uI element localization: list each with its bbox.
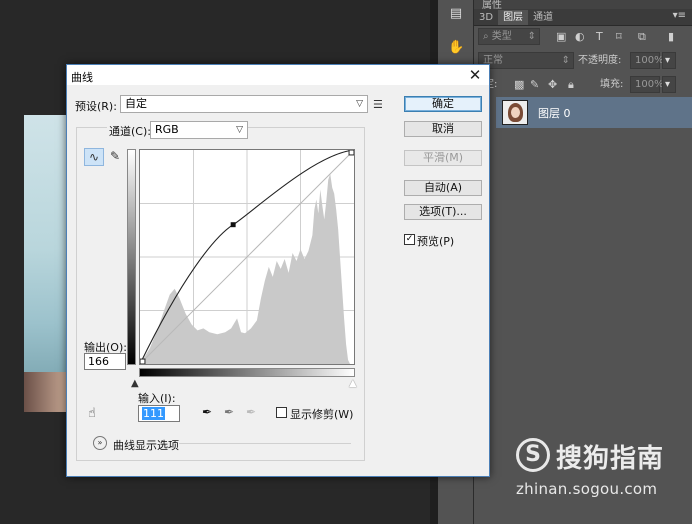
tab-channels[interactable]: 通道 [528, 10, 558, 25]
blend-row: 正常 ⇕ 不透明度: 100% ▾ [474, 52, 692, 74]
smart-object-filter-icon[interactable]: ⧉ [638, 28, 646, 45]
options-divider [179, 443, 351, 444]
channel-label: 通道(C): [107, 123, 153, 139]
lock-paint-icon[interactable]: ✎ [530, 76, 539, 93]
lock-all-icon[interactable]: 🔒︎ [568, 76, 574, 93]
chevron-down-icon: ▽ [356, 99, 363, 109]
black-eyedropper-icon[interactable]: ✒ [200, 404, 214, 420]
curve-graph[interactable] [139, 149, 355, 365]
fill-label: 填充: [600, 79, 624, 90]
input-label: 输入(I): [138, 392, 176, 405]
preset-value: 自定 [125, 97, 147, 110]
ok-button[interactable]: 确定 [404, 96, 482, 112]
expand-chevron-icon[interactable]: » [93, 436, 107, 450]
adjustment-filter-icon[interactable]: ◐ [575, 28, 585, 45]
chevron-updown-icon: ⇕ [561, 55, 570, 66]
hand-tool-icon[interactable]: ✋ [448, 40, 464, 56]
input-input[interactable]: 111 [138, 405, 180, 422]
dialog-titlebar: 曲线 ✕ [67, 65, 489, 85]
fill-input[interactable]: 100% [630, 76, 664, 93]
channel-value: RGB [155, 123, 179, 136]
preset-select[interactable]: 自定 ▽ [120, 95, 368, 113]
shape-filter-icon[interactable]: ⌑ [616, 28, 622, 45]
filter-kind-label: 类型 [491, 31, 512, 42]
close-icon[interactable]: ✕ [467, 66, 483, 84]
dialog-title: 曲线 [71, 71, 93, 84]
black-endpoint[interactable] [140, 358, 146, 364]
tab-layers[interactable]: 图层 [498, 10, 529, 25]
curve-control-point[interactable] [230, 222, 236, 228]
preset-label: 预设(R): [75, 100, 117, 113]
white-eyedropper-icon[interactable]: ✒ [244, 404, 258, 420]
watermark: S 搜狗指南 zhinan.sogou.com [516, 436, 676, 500]
layer-filter-row: ⌕ 类型 ⇕ ▣ ◐ T ⌑ ⧉ ▮ [474, 28, 692, 50]
filter-toggle-icon[interactable]: ▮ [668, 28, 674, 45]
lock-position-icon[interactable]: ✥ [548, 76, 557, 93]
type-filter-icon[interactable]: T [596, 28, 603, 45]
layer-row[interactable]: 图层 0 [496, 97, 692, 128]
opacity-label: 不透明度: [578, 55, 622, 66]
filter-kind-select[interactable]: ⌕ 类型 ⇕ [478, 28, 540, 45]
preview-checkbox[interactable]: ✓ [404, 234, 415, 245]
gray-eyedropper-icon[interactable]: ✒ [222, 404, 236, 420]
fill-dropdown-icon[interactable]: ▾ [662, 76, 676, 93]
canvas-image[interactable] [24, 115, 68, 412]
targeted-adjustment-icon[interactable]: ☝ [88, 406, 96, 422]
white-point-slider[interactable]: ▲ [349, 376, 357, 392]
output-gradient-bar [127, 149, 136, 365]
search-icon: ⌕ [483, 31, 489, 42]
white-endpoint[interactable] [348, 150, 354, 156]
smooth-button[interactable]: 平滑(M) [404, 150, 482, 166]
preset-options-icon[interactable]: ☰ [373, 97, 383, 113]
show-clipping-checkbox[interactable] [276, 407, 287, 418]
channel-select[interactable]: RGB ▽ [150, 121, 248, 139]
blend-mode-select[interactable]: 正常 ⇕ [478, 52, 574, 69]
output-input[interactable]: 166 [84, 353, 126, 370]
preview-label: 预览(P) [417, 235, 455, 248]
lock-row: 锁定: ▩ ✎ ✥ 🔒︎ 填充: 100% ▾ [474, 76, 692, 98]
watermark-url: zhinan.sogou.com [516, 480, 658, 498]
curves-dialog: 曲线 ✕ 预设(R): 自定 ▽ ☰ 通道(C): RGB ▽ ∿ ✎ ▲ ▲ … [66, 64, 490, 477]
curve-options-label[interactable]: 曲线显示选项 [113, 437, 179, 453]
layer-name: 图层 0 [538, 107, 571, 120]
input-gradient-bar [139, 368, 355, 377]
histogram [140, 173, 351, 364]
opacity-input[interactable]: 100% [630, 52, 664, 69]
sogou-logo-icon: S [516, 438, 550, 472]
panel-menu-icon[interactable]: ▾≡ [673, 10, 686, 21]
pencil-tool-icon[interactable]: ✎ [107, 148, 123, 164]
panel-tabs: 3D 图层 通道 ▾≡ [474, 9, 692, 26]
checkmark-icon: ✓ [405, 234, 414, 244]
tab-3d[interactable]: 3D [474, 10, 498, 25]
watermark-text: 搜狗指南 [556, 444, 665, 474]
layer-thumbnail [502, 100, 528, 125]
curve-edit-tool-icon[interactable]: ∿ [84, 148, 104, 166]
show-clipping-label: 显示修剪(W) [290, 408, 354, 421]
options-button[interactable]: 选项(T)... [404, 204, 482, 220]
chevron-updown-icon: ⇕ [527, 31, 536, 42]
properties-panel-header: 属性 [474, 0, 692, 11]
chevron-down-icon: ▽ [236, 125, 243, 135]
input-value: 111 [142, 407, 165, 420]
opacity-dropdown-icon[interactable]: ▾ [662, 52, 676, 69]
lock-transparent-icon[interactable]: ▩ [514, 76, 524, 93]
auto-button[interactable]: 自动(A) [404, 180, 482, 196]
pixel-filter-icon[interactable]: ▣ [556, 28, 566, 45]
histogram-panel-icon[interactable]: ▤ [448, 6, 464, 22]
cancel-button[interactable]: 取消 [404, 121, 482, 137]
